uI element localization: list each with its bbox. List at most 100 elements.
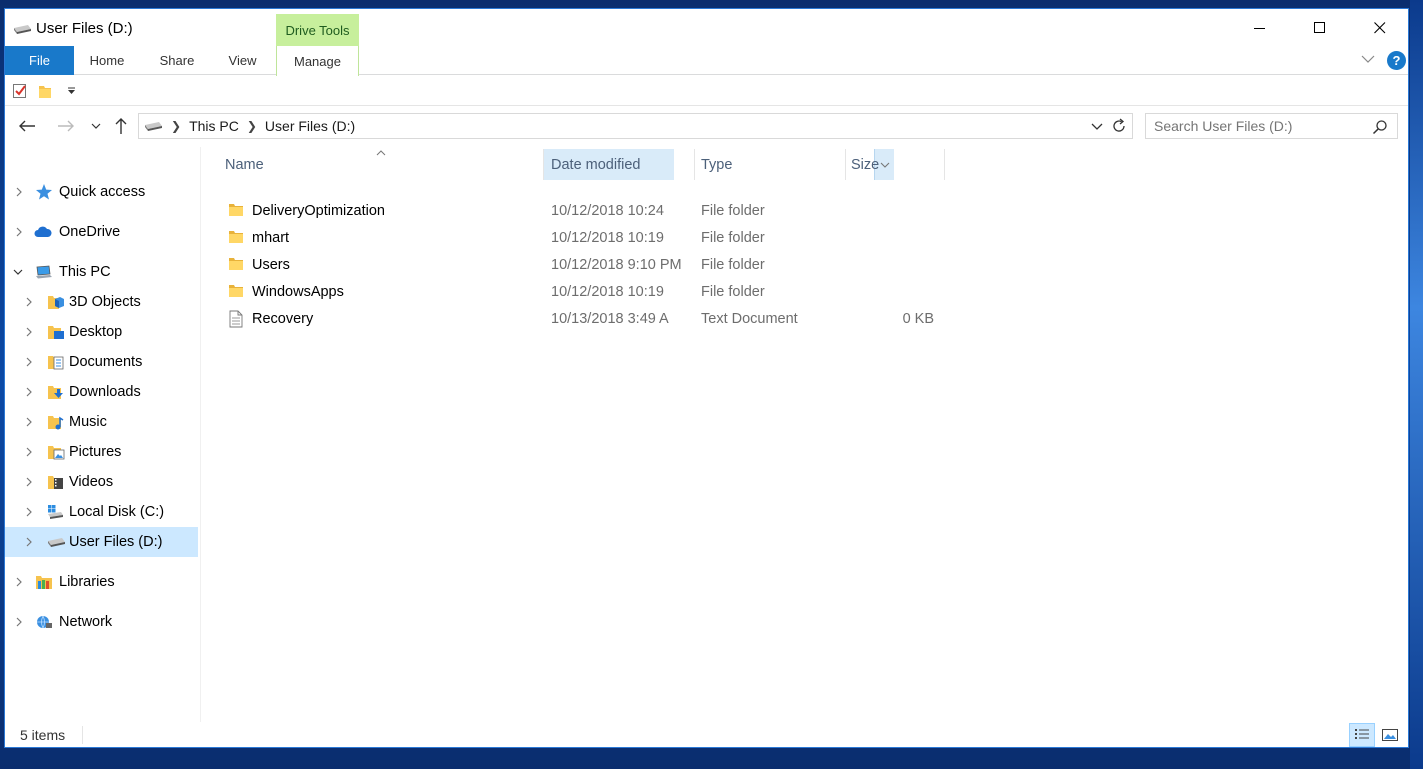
tab-manage[interactable]: Manage xyxy=(276,46,359,76)
expand-chevron-icon[interactable] xyxy=(24,387,34,397)
title-bar[interactable]: User Files (D:) Drive Tools xyxy=(5,9,1408,47)
nav-item-local-disk-c[interactable]: Local Disk (C:) xyxy=(5,497,198,527)
expand-chevron-icon[interactable] xyxy=(24,297,34,307)
search-icon[interactable] xyxy=(1372,119,1388,135)
column-header-size[interactable]: Size xyxy=(846,149,944,180)
expand-ribbon-chevron-icon[interactable] xyxy=(1361,54,1375,64)
expand-chevron-icon[interactable] xyxy=(24,477,34,487)
back-button[interactable] xyxy=(16,115,38,137)
back-arrow-icon xyxy=(19,120,35,132)
tab-file[interactable]: File xyxy=(5,46,74,75)
close-button[interactable] xyxy=(1351,9,1409,47)
close-icon xyxy=(1374,22,1386,34)
forward-button[interactable] xyxy=(55,115,77,137)
nav-item-onedrive[interactable]: OneDrive xyxy=(5,217,198,247)
collapse-chevron-icon[interactable] xyxy=(13,267,23,277)
tab-share[interactable]: Share xyxy=(147,46,207,75)
navigation-pane: Quick access OneDrive This PC 3D Objects… xyxy=(5,147,201,722)
details-view-button[interactable] xyxy=(1349,723,1375,747)
expand-chevron-icon[interactable] xyxy=(24,537,34,547)
desktop-background xyxy=(1410,0,1423,769)
maximize-icon xyxy=(1314,22,1325,33)
column-header-date-modified[interactable]: Date modified xyxy=(544,149,674,180)
column-header-type[interactable]: Type xyxy=(695,149,845,180)
column-divider[interactable] xyxy=(944,149,945,180)
desktop-folder-icon xyxy=(48,326,64,339)
address-bar[interactable]: ❯ This PC ❯ User Files (D:) xyxy=(138,113,1133,139)
nav-item-this-pc[interactable]: This PC xyxy=(5,257,198,287)
tab-view[interactable]: View xyxy=(215,46,270,75)
quick-access-toolbar xyxy=(5,76,1408,106)
nav-item-downloads[interactable]: Downloads xyxy=(5,377,198,407)
minimize-button[interactable] xyxy=(1231,9,1289,47)
file-row[interactable]: Users 10/12/2018 9:10 PM File folder xyxy=(225,252,945,279)
refresh-icon[interactable] xyxy=(1110,117,1128,135)
expand-chevron-icon[interactable] xyxy=(24,417,34,427)
properties-icon[interactable] xyxy=(12,82,28,100)
large-icons-view-icon xyxy=(1382,729,1398,741)
tab-home[interactable]: Home xyxy=(77,46,137,75)
file-row[interactable]: DeliveryOptimization 10/12/2018 10:24 Fi… xyxy=(225,198,945,225)
drive-icon xyxy=(14,25,31,34)
file-list: Name Date modified Type Size DeliveryOpt… xyxy=(205,147,1408,722)
nav-item-3d-objects[interactable]: 3D Objects xyxy=(5,287,198,317)
help-icon[interactable]: ? xyxy=(1387,51,1406,70)
nav-item-documents[interactable]: Documents xyxy=(5,347,198,377)
maximize-button[interactable] xyxy=(1291,9,1349,47)
documents-folder-icon xyxy=(48,356,64,370)
recent-locations-button[interactable] xyxy=(85,115,107,137)
nav-item-network[interactable]: Network xyxy=(5,607,198,637)
file-row[interactable]: Recovery 10/13/2018 3:49 A Text Document… xyxy=(225,306,945,333)
breadcrumb-chevron-icon[interactable]: ❯ xyxy=(247,119,257,133)
search-input[interactable] xyxy=(1154,118,1364,134)
nav-item-user-files-d[interactable]: User Files (D:) xyxy=(5,527,198,557)
search-box[interactable] xyxy=(1145,113,1398,139)
downloads-folder-icon xyxy=(48,386,63,399)
nav-item-pictures[interactable]: Pictures xyxy=(5,437,198,467)
customize-dropdown-icon[interactable] xyxy=(67,87,77,95)
expand-chevron-icon[interactable] xyxy=(24,507,34,517)
nav-item-desktop[interactable]: Desktop xyxy=(5,317,198,347)
star-icon xyxy=(36,184,52,200)
drive-icon xyxy=(48,538,65,547)
large-icons-view-button[interactable] xyxy=(1377,723,1403,747)
windows-drive-icon xyxy=(48,505,63,519)
drive-icon xyxy=(145,122,162,131)
sort-arrow-icon xyxy=(376,150,386,156)
nav-item-music[interactable]: Music xyxy=(5,407,198,437)
folder-icon xyxy=(229,285,243,297)
expand-chevron-icon[interactable] xyxy=(24,357,34,367)
breadcrumb-user-files[interactable]: User Files (D:) xyxy=(265,118,355,134)
breadcrumb-this-pc[interactable]: This PC xyxy=(189,118,239,134)
column-header-name[interactable]: Name xyxy=(205,149,543,180)
address-dropdown-icon[interactable] xyxy=(1090,118,1104,134)
nav-item-videos[interactable]: Videos xyxy=(5,467,198,497)
nav-item-quick-access[interactable]: Quick access xyxy=(5,177,198,207)
cloud-icon xyxy=(34,226,52,237)
status-bar: 5 items xyxy=(5,722,1408,748)
up-button[interactable] xyxy=(110,115,132,137)
file-explorer-window: User Files (D:) Drive Tools File Home Sh… xyxy=(4,8,1409,748)
new-folder-icon[interactable] xyxy=(37,82,53,100)
expand-chevron-icon[interactable] xyxy=(24,327,34,337)
libraries-icon xyxy=(36,576,52,589)
folder-icon xyxy=(229,231,243,243)
status-divider xyxy=(82,726,83,744)
expand-chevron-icon[interactable] xyxy=(14,577,24,587)
expand-chevron-icon[interactable] xyxy=(14,617,24,627)
navigation-bar: ❯ This PC ❯ User Files (D:) xyxy=(5,109,1408,143)
network-icon xyxy=(37,615,52,629)
expand-chevron-icon[interactable] xyxy=(14,187,24,197)
window-title: User Files (D:) xyxy=(36,20,133,37)
expand-chevron-icon[interactable] xyxy=(14,227,24,237)
folder-icon xyxy=(229,258,243,270)
computer-icon xyxy=(36,265,52,279)
expand-chevron-icon[interactable] xyxy=(24,447,34,457)
nav-item-libraries[interactable]: Libraries xyxy=(5,567,198,597)
breadcrumb-chevron-icon[interactable]: ❯ xyxy=(171,119,181,133)
text-document-icon xyxy=(229,310,243,328)
item-count: 5 items xyxy=(20,727,66,743)
file-row[interactable]: mhart 10/12/2018 10:19 File folder xyxy=(225,225,945,252)
file-row[interactable]: WindowsApps 10/12/2018 10:19 File folder xyxy=(225,279,945,306)
forward-arrow-icon xyxy=(58,120,74,132)
